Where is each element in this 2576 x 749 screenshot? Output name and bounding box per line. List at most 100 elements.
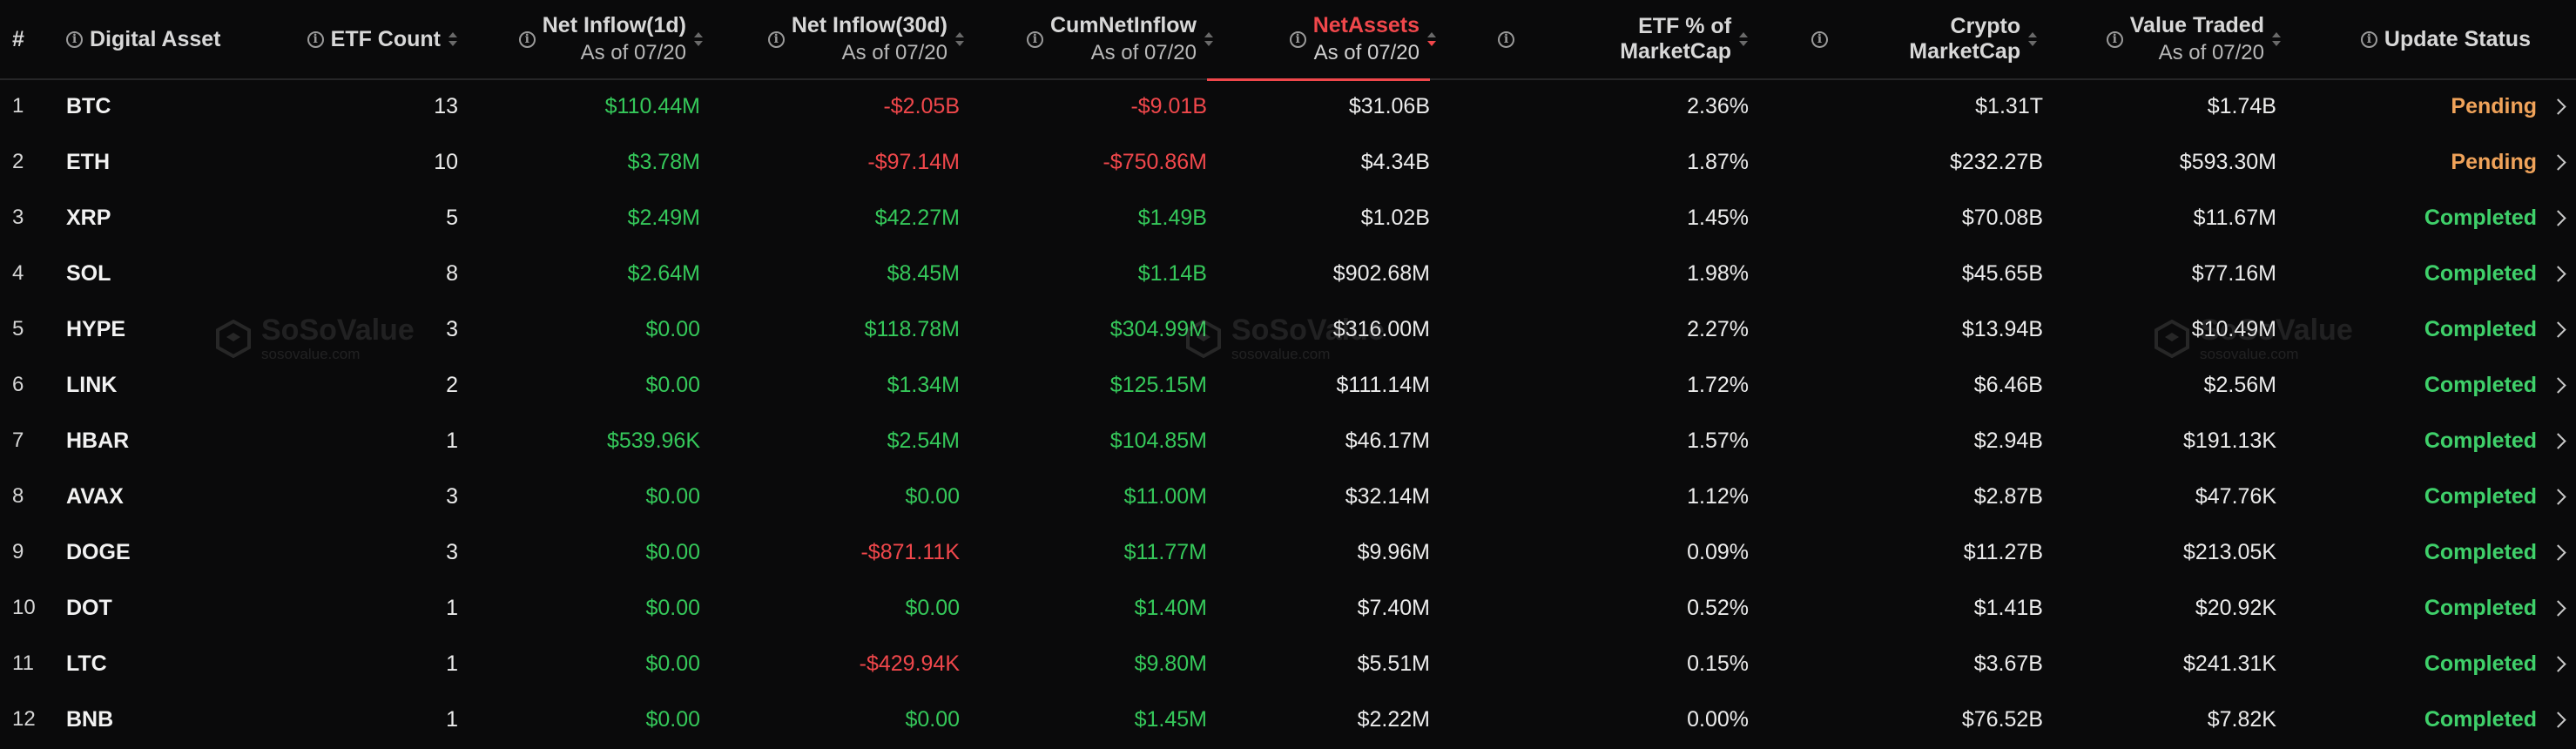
etf-count: 1 — [446, 651, 458, 676]
info-icon[interactable]: i — [1811, 30, 1828, 48]
asset-name[interactable]: BTC — [66, 78, 240, 134]
asset-name[interactable]: SOL — [66, 246, 240, 301]
crypto-marketcap: $1.31T — [1975, 93, 2043, 118]
chevron-right-icon[interactable] — [2550, 432, 2566, 449]
info-icon[interactable]: i — [2360, 30, 2377, 48]
row-index: 7 — [12, 428, 24, 452]
etf-count: 10 — [434, 149, 458, 174]
net-assets: $1.02B — [1360, 205, 1430, 230]
chevron-right-icon[interactable] — [2550, 209, 2566, 226]
info-icon[interactable]: i — [1026, 30, 1043, 48]
column-header-net-assets[interactable]: i NetAssets As of 07/20 — [1273, 0, 1437, 78]
update-status-cell[interactable]: Completed — [2316, 580, 2566, 636]
asset-name[interactable]: HYPE — [66, 301, 240, 357]
chevron-right-icon[interactable] — [2550, 153, 2566, 171]
sort-icon[interactable] — [693, 30, 704, 48]
table-row[interactable]: 12 BNB 1 $0.00 $0.00 $1.45M $2.22M 0.00% $76.52B… — [0, 692, 2576, 747]
sort-icon[interactable] — [1204, 30, 1214, 48]
info-icon[interactable]: i — [307, 30, 324, 48]
net-inflow-30d: $8.45M — [887, 260, 960, 286]
asset-name[interactable]: LINK — [66, 357, 240, 413]
info-icon[interactable]: i — [767, 30, 785, 48]
sort-icon[interactable] — [2027, 30, 2038, 48]
net-inflow-30d: $0.00 — [905, 595, 960, 620]
column-header-etf-pct-marketcap[interactable]: i ETF % of MarketCap — [1498, 0, 1749, 78]
sort-descending-icon[interactable] — [1426, 30, 1437, 48]
asset-name[interactable]: AVAX — [66, 469, 240, 524]
update-status-cell[interactable]: Completed — [2316, 524, 2566, 580]
update-status-cell[interactable]: Pending — [2316, 134, 2566, 190]
update-status-cell[interactable]: Completed — [2316, 190, 2566, 246]
value-traded: $47.76K — [2195, 483, 2276, 509]
update-status-cell[interactable]: Completed — [2316, 413, 2566, 469]
cum-net-inflow: $104.85M — [1109, 428, 1207, 453]
table-row[interactable]: 3 XRP 5 $2.49M $42.27M $1.49B $1.02B 1.45% $70.0… — [0, 190, 2576, 246]
update-status-cell[interactable]: Completed — [2316, 301, 2566, 357]
net-inflow-1d: $110.44M — [604, 93, 700, 118]
status-badge: Completed — [2424, 260, 2537, 286]
column-header-cum-net-inflow[interactable]: i CumNetInflow As of 07/20 — [1015, 0, 1214, 78]
update-status-cell[interactable]: Completed — [2316, 357, 2566, 413]
asset-name[interactable]: DOGE — [66, 524, 240, 580]
net-inflow-30d: $0.00 — [905, 706, 960, 732]
row-index: 5 — [12, 317, 24, 341]
asset-name[interactable]: XRP — [66, 190, 240, 246]
asset-name[interactable]: BNB — [66, 692, 240, 747]
update-status-cell[interactable]: Completed — [2316, 636, 2566, 692]
table-row[interactable]: 10 DOT 1 $0.00 $0.00 $1.40M $7.40M 0.52% $1.41B $… — [0, 580, 2576, 636]
table-row[interactable]: 2 ETH 10 $3.78M -$97.14M -$750.86M $4.34B 1.87%… — [0, 134, 2576, 190]
info-icon[interactable]: i — [66, 30, 83, 48]
sort-icon[interactable] — [1738, 30, 1749, 48]
table-row[interactable]: 5 HYPE 3 $0.00 $118.78M $304.99M $316.00M 2.27%… — [0, 301, 2576, 357]
value-traded: $213.05K — [2182, 539, 2276, 564]
table-row[interactable]: 6 LINK 2 $0.00 $1.34M $125.15M $111.14M 1.72% $6… — [0, 357, 2576, 413]
sort-icon[interactable] — [954, 30, 965, 48]
crypto-marketcap: $6.46B — [1973, 372, 2043, 397]
column-header-net-inflow-1d[interactable]: i Net Inflow(1d) As of 07/20 — [505, 0, 704, 78]
info-icon[interactable]: i — [518, 30, 536, 48]
table-row[interactable]: 4 SOL 8 $2.64M $8.45M $1.14B $902.68M 1.98% $45.… — [0, 246, 2576, 301]
sort-icon[interactable] — [2271, 30, 2282, 48]
chevron-right-icon[interactable] — [2550, 599, 2566, 617]
chevron-right-icon[interactable] — [2550, 321, 2566, 338]
chevron-right-icon[interactable] — [2550, 655, 2566, 672]
value-traded: $10.49M — [2191, 316, 2276, 341]
sort-icon[interactable] — [448, 30, 458, 48]
net-assets: $9.96M — [1357, 539, 1430, 564]
asset-name[interactable]: LTC — [66, 636, 240, 692]
update-status-cell[interactable]: Completed — [2316, 246, 2566, 301]
etf-asset-table: # i Digital Asset i ETF Count i Net Infl… — [0, 0, 2576, 749]
net-inflow-30d: -$2.05B — [883, 93, 960, 118]
chevron-right-icon[interactable] — [2550, 98, 2566, 115]
asset-name[interactable]: HBAR — [66, 413, 240, 469]
table-row[interactable]: 1 BTC 13 $110.44M -$2.05B -$9.01B $31.06B 2.36%… — [0, 78, 2576, 134]
value-traded: $2.56M — [2203, 372, 2276, 397]
column-header-net-inflow-30d[interactable]: i Net Inflow(30d) As of 07/20 — [758, 0, 965, 78]
status-badge: Completed — [2424, 372, 2537, 397]
net-inflow-1d: $539.96K — [606, 428, 700, 453]
info-icon[interactable]: i — [2106, 30, 2123, 48]
chevron-right-icon[interactable] — [2550, 488, 2566, 505]
column-header-crypto-marketcap[interactable]: i Crypto MarketCap — [1811, 0, 2038, 78]
info-icon[interactable]: i — [1289, 30, 1306, 48]
update-status-cell[interactable]: Completed — [2316, 469, 2566, 524]
asset-name[interactable]: DOT — [66, 580, 240, 636]
asset-name[interactable]: ETH — [66, 134, 240, 190]
etf-count: 5 — [446, 205, 458, 230]
column-header-value-traded[interactable]: i Value Traded As of 07/20 — [2090, 0, 2282, 78]
chevron-right-icon[interactable] — [2550, 711, 2566, 728]
update-status-cell[interactable]: Pending — [2316, 78, 2566, 134]
table-row[interactable]: 11 LTC 1 $0.00 -$429.94K $9.80M $5.51M 0.15% $3.… — [0, 636, 2576, 692]
chevron-right-icon[interactable] — [2550, 265, 2566, 282]
column-header-update-status: i Update Status — [2334, 0, 2531, 78]
table-row[interactable]: 8 AVAX 3 $0.00 $0.00 $11.00M $32.14M 1.12% $2.87… — [0, 469, 2576, 524]
table-row[interactable]: 9 DOGE 3 $0.00 -$871.11K $11.77M $9.96M 0.09% $1… — [0, 524, 2576, 580]
update-status-cell[interactable]: Completed — [2316, 692, 2566, 747]
column-header-asset[interactable]: i Digital Asset — [66, 0, 221, 78]
column-header-etf-count[interactable]: i ETF Count — [296, 0, 458, 78]
chevron-right-icon[interactable] — [2550, 543, 2566, 561]
column-header-asset-label: Digital Asset — [90, 26, 221, 51]
info-icon[interactable]: i — [1498, 30, 1514, 48]
chevron-right-icon[interactable] — [2550, 376, 2566, 394]
table-row[interactable]: 7 HBAR 1 $539.96K $2.54M $104.85M $46.17M 1.57%… — [0, 413, 2576, 469]
